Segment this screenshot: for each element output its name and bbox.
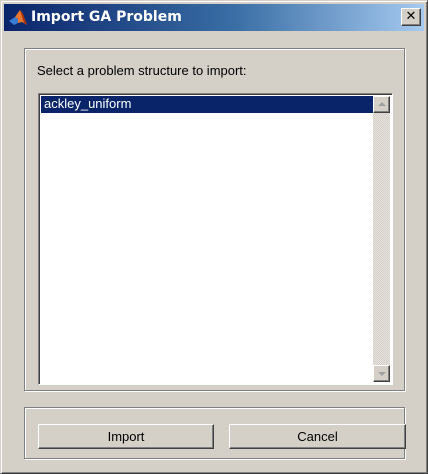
matlab-logo-icon — [8, 8, 28, 28]
listbox-items: ackley_uniform — [41, 96, 373, 382]
title-bar[interactable]: Import GA Problem ✕ — [4, 4, 424, 31]
cancel-button[interactable]: Cancel — [229, 424, 406, 449]
scroll-up-button[interactable] — [373, 96, 390, 113]
close-button[interactable]: ✕ — [401, 8, 421, 26]
import-ga-problem-dialog: Import GA Problem ✕ Select a problem str… — [0, 0, 428, 474]
scroll-down-arrow-icon — [378, 372, 386, 376]
window-title: Import GA Problem — [31, 9, 182, 25]
problem-structure-listbox[interactable]: ackley_uniform — [38, 93, 393, 385]
vertical-scrollbar[interactable] — [373, 96, 390, 382]
scroll-down-button[interactable] — [373, 365, 390, 382]
import-button[interactable]: Import — [38, 424, 214, 449]
scroll-up-arrow-icon — [378, 102, 386, 106]
list-item[interactable]: ackley_uniform — [41, 96, 373, 113]
close-icon: ✕ — [405, 9, 417, 24]
prompt-label: Select a problem structure to import: — [37, 63, 247, 78]
